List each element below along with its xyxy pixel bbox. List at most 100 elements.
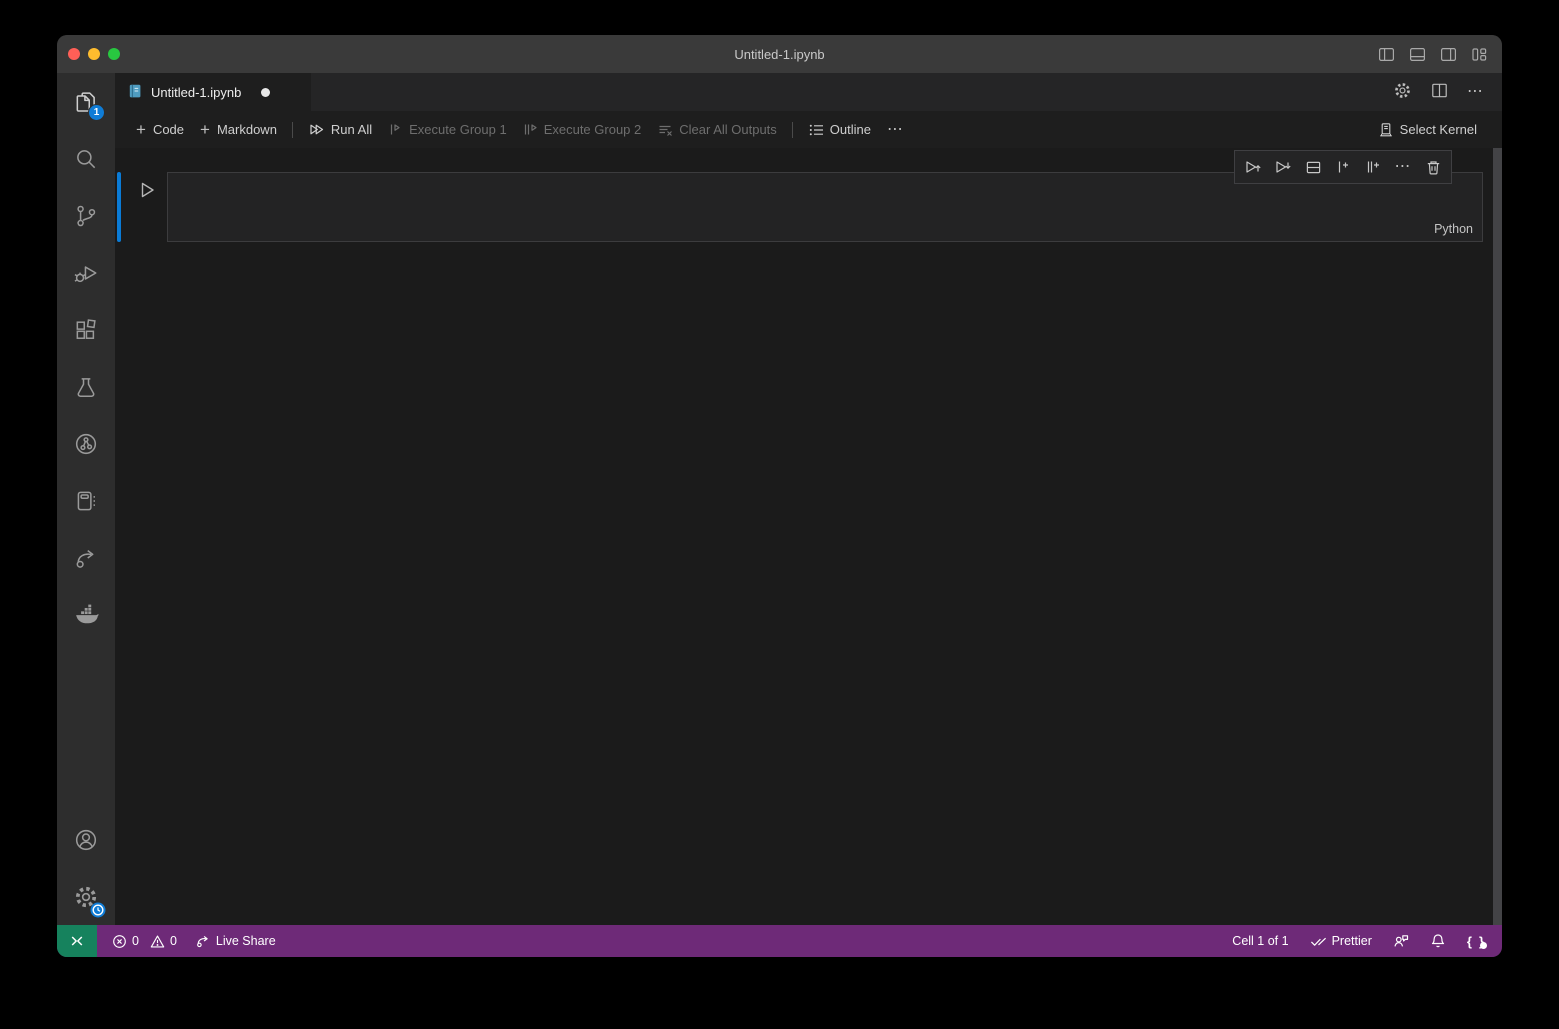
bell-icon	[1430, 933, 1446, 949]
toggle-secondary-sidebar-icon[interactable]	[1440, 46, 1457, 63]
toolbar-separator	[292, 122, 293, 138]
beaker-icon	[73, 374, 99, 400]
sidebar-item-docker[interactable]	[57, 586, 115, 643]
activity-bar: 1	[57, 73, 115, 925]
add-code-cell-button[interactable]: + Code	[128, 117, 192, 142]
clear-all-outputs-label: Clear All Outputs	[679, 122, 777, 137]
run-all-button[interactable]: Run All	[300, 117, 380, 142]
execute-cell-and-below-icon[interactable]	[1268, 153, 1298, 181]
select-kernel-label: Select Kernel	[1400, 122, 1477, 137]
editor-actions: ⋯	[1393, 73, 1502, 111]
sidebar-item-live-share[interactable]	[57, 529, 115, 586]
window-title: Untitled-1.ipynb	[57, 47, 1502, 62]
notebook-icon	[73, 488, 99, 514]
editor-area: Untitled-1.ipynb ⋯	[115, 73, 1502, 925]
toggle-primary-sidebar-icon[interactable]	[1378, 46, 1395, 63]
outline-button[interactable]: Outline	[800, 118, 879, 142]
error-icon	[112, 934, 127, 949]
sidebar-item-explorer[interactable]: 1	[57, 73, 115, 130]
toolbar-separator	[792, 122, 793, 138]
git-branch-icon	[73, 203, 99, 229]
cell-toolbar: ⋯	[1234, 150, 1452, 184]
insert-code-cell-icon[interactable]	[1328, 153, 1358, 181]
sidebar-item-git-graph[interactable]	[57, 415, 115, 472]
sidebar-item-source-control[interactable]	[57, 187, 115, 244]
execute-above-cells-icon[interactable]	[1238, 153, 1268, 181]
search-icon	[73, 146, 99, 172]
remote-indicator[interactable]	[57, 925, 97, 957]
more-actions-icon[interactable]: ⋯	[1467, 84, 1484, 100]
prettier-status-button[interactable]: Prettier	[1310, 934, 1372, 949]
cell-position-label: Cell 1 of 1	[1232, 934, 1288, 948]
live-share-icon	[73, 545, 99, 571]
layout-controls	[1378, 35, 1488, 73]
brace-open: {	[1467, 934, 1474, 949]
feedback-button[interactable]	[1393, 933, 1409, 949]
double-check-icon	[1310, 934, 1327, 949]
cell-position-indicator[interactable]: Cell 1 of 1	[1232, 934, 1288, 948]
insert-markdown-cell-icon[interactable]	[1358, 153, 1388, 181]
error-count: 0	[132, 934, 139, 948]
docker-icon	[73, 601, 100, 628]
sidebar-item-search[interactable]	[57, 130, 115, 187]
notebook-editor: ⋯ Python	[115, 148, 1502, 925]
split-cell-icon[interactable]	[1298, 153, 1328, 181]
feedback-icon	[1393, 933, 1409, 949]
prettier-label: Prettier	[1332, 934, 1372, 948]
plus-icon: +	[136, 121, 147, 138]
execute-group-2-label: Execute Group 2	[544, 122, 642, 137]
notebook-settings-gear-icon[interactable]	[1393, 81, 1412, 103]
delete-cell-icon[interactable]	[1418, 153, 1448, 181]
remote-icon	[69, 933, 85, 949]
status-bar: 0 0 Live Share Cell 1 of 1	[57, 925, 1502, 957]
clear-outputs-icon	[657, 122, 673, 138]
plus-icon: +	[200, 121, 211, 138]
tab-label: Untitled-1.ipynb	[151, 85, 241, 100]
clear-all-outputs-button[interactable]: Clear All Outputs	[649, 118, 785, 142]
split-editor-icon[interactable]	[1431, 82, 1448, 102]
close-window-button[interactable]	[68, 48, 80, 60]
vertical-scrollbar[interactable]	[1493, 148, 1502, 925]
add-markdown-label: Markdown	[217, 122, 277, 137]
execute-group-1-button[interactable]: Execute Group 1	[380, 118, 515, 141]
run-all-icon	[308, 121, 325, 138]
add-code-label: Code	[153, 122, 184, 137]
execute-group-2-button[interactable]: Execute Group 2	[515, 118, 650, 141]
live-share-icon	[195, 933, 211, 949]
window-controls	[57, 48, 120, 60]
run-cell-button[interactable]	[136, 179, 158, 201]
add-markdown-cell-button[interactable]: + Markdown	[192, 117, 285, 142]
tab-untitled-1-ipynb[interactable]: Untitled-1.ipynb	[115, 73, 311, 111]
sidebar-item-extensions[interactable]	[57, 301, 115, 358]
cell-more-actions-icon[interactable]: ⋯	[1388, 153, 1418, 181]
sidebar-item-testing[interactable]	[57, 358, 115, 415]
zoom-window-button[interactable]	[108, 48, 120, 60]
account-icon	[73, 827, 99, 853]
customize-layout-icon[interactable]	[1471, 46, 1488, 63]
titlebar: Untitled-1.ipynb	[57, 35, 1502, 73]
cell-focus-indicator	[117, 172, 121, 242]
notebook-file-icon	[127, 83, 143, 102]
execute-group-1-label: Execute Group 1	[409, 122, 507, 137]
workbench-body: 1	[57, 73, 1502, 925]
extensions-icon	[73, 317, 99, 343]
execute-group-2-icon	[523, 122, 538, 137]
language-status-button[interactable]: {}	[1467, 934, 1486, 949]
toolbar-more-actions-button[interactable]: ⋯	[879, 118, 912, 142]
sidebar-item-notebooks[interactable]	[57, 472, 115, 529]
toggle-panel-icon[interactable]	[1409, 46, 1426, 63]
settings-button[interactable]	[57, 868, 115, 925]
problems-indicator[interactable]: 0 0	[112, 934, 177, 949]
select-kernel-button[interactable]: Select Kernel	[1370, 118, 1485, 142]
language-status-dot	[1480, 942, 1487, 949]
warning-icon	[150, 934, 165, 949]
live-share-status-button[interactable]: Live Share	[195, 933, 276, 949]
execute-group-1-icon	[388, 122, 403, 137]
modified-dot-icon[interactable]	[261, 88, 270, 97]
minimize-window-button[interactable]	[88, 48, 100, 60]
accounts-button[interactable]	[57, 811, 115, 868]
cell-language-picker[interactable]: Python	[1434, 222, 1473, 236]
notebook-toolbar: + Code + Markdown Run All	[115, 111, 1502, 148]
notifications-bell-button[interactable]	[1430, 933, 1446, 949]
sidebar-item-run-debug[interactable]	[57, 244, 115, 301]
